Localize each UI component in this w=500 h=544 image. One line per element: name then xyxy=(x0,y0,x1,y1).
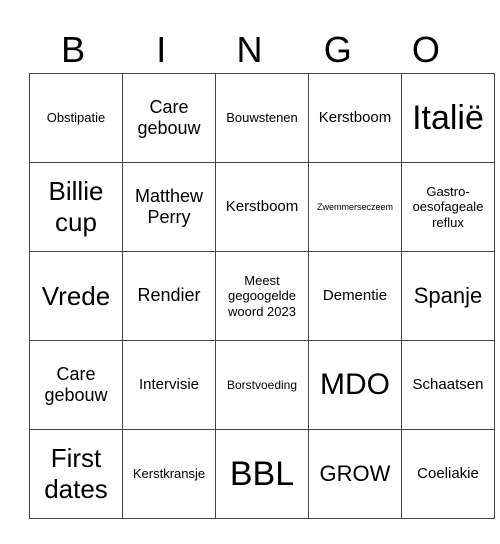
bingo-cell[interactable]: Zwemmerseczeem xyxy=(308,162,402,252)
bingo-cell[interactable]: Care gebouw xyxy=(122,73,216,163)
bingo-cell[interactable]: Dementie xyxy=(308,251,402,341)
header-letter-g: G xyxy=(323,29,352,70)
bingo-cell[interactable]: Gastro-oesofageale reflux xyxy=(401,162,495,252)
header-letter-i: I xyxy=(156,29,167,70)
bingo-cell[interactable]: Intervisie xyxy=(122,340,216,430)
bingo-cell[interactable]: BBL xyxy=(215,429,309,519)
bingo-cell[interactable]: Billie cup xyxy=(29,162,123,252)
header-letter-b: B xyxy=(61,29,86,70)
bingo-grid: Obstipatie Care gebouw Bouwstenen Kerstb… xyxy=(29,73,495,519)
bingo-cell[interactable]: Kerstkransje xyxy=(122,429,216,519)
bingo-cell[interactable]: Meest gegoogelde woord 2023 xyxy=(215,251,309,341)
header-letter-n: N xyxy=(236,29,263,70)
bingo-cell[interactable]: Kerstboom xyxy=(308,73,402,163)
bingo-header: B I N G O xyxy=(29,28,470,72)
bingo-cell[interactable]: First dates xyxy=(29,429,123,519)
grid-row: Vrede Rendier Meest gegoogelde woord 202… xyxy=(29,251,495,341)
bingo-cell[interactable]: Borstvoeding xyxy=(215,340,309,430)
bingo-cell[interactable]: Matthew Perry xyxy=(122,162,216,252)
bingo-cell[interactable]: Italië xyxy=(401,73,495,163)
bingo-cell[interactable]: MDO xyxy=(308,340,402,430)
bingo-cell[interactable]: Coeliakie xyxy=(401,429,495,519)
bingo-cell[interactable]: GROW xyxy=(308,429,402,519)
grid-row: Obstipatie Care gebouw Bouwstenen Kerstb… xyxy=(29,73,495,163)
bingo-cell[interactable]: Schaatsen xyxy=(401,340,495,430)
grid-row: First dates Kerstkransje BBL GROW Coelia… xyxy=(29,429,495,519)
header-letter-o: O xyxy=(411,29,440,70)
bingo-cell[interactable]: Spanje xyxy=(401,251,495,341)
bingo-cell[interactable]: Vrede xyxy=(29,251,123,341)
bingo-cell[interactable]: Bouwstenen xyxy=(215,73,309,163)
grid-row: Care gebouw Intervisie Borstvoeding MDO … xyxy=(29,340,495,430)
bingo-cell[interactable]: Obstipatie xyxy=(29,73,123,163)
grid-row: Billie cup Matthew Perry Kerstboom Zwemm… xyxy=(29,162,495,252)
bingo-cell[interactable]: Rendier xyxy=(122,251,216,341)
bingo-cell[interactable]: Kerstboom xyxy=(215,162,309,252)
bingo-cell[interactable]: Care gebouw xyxy=(29,340,123,430)
